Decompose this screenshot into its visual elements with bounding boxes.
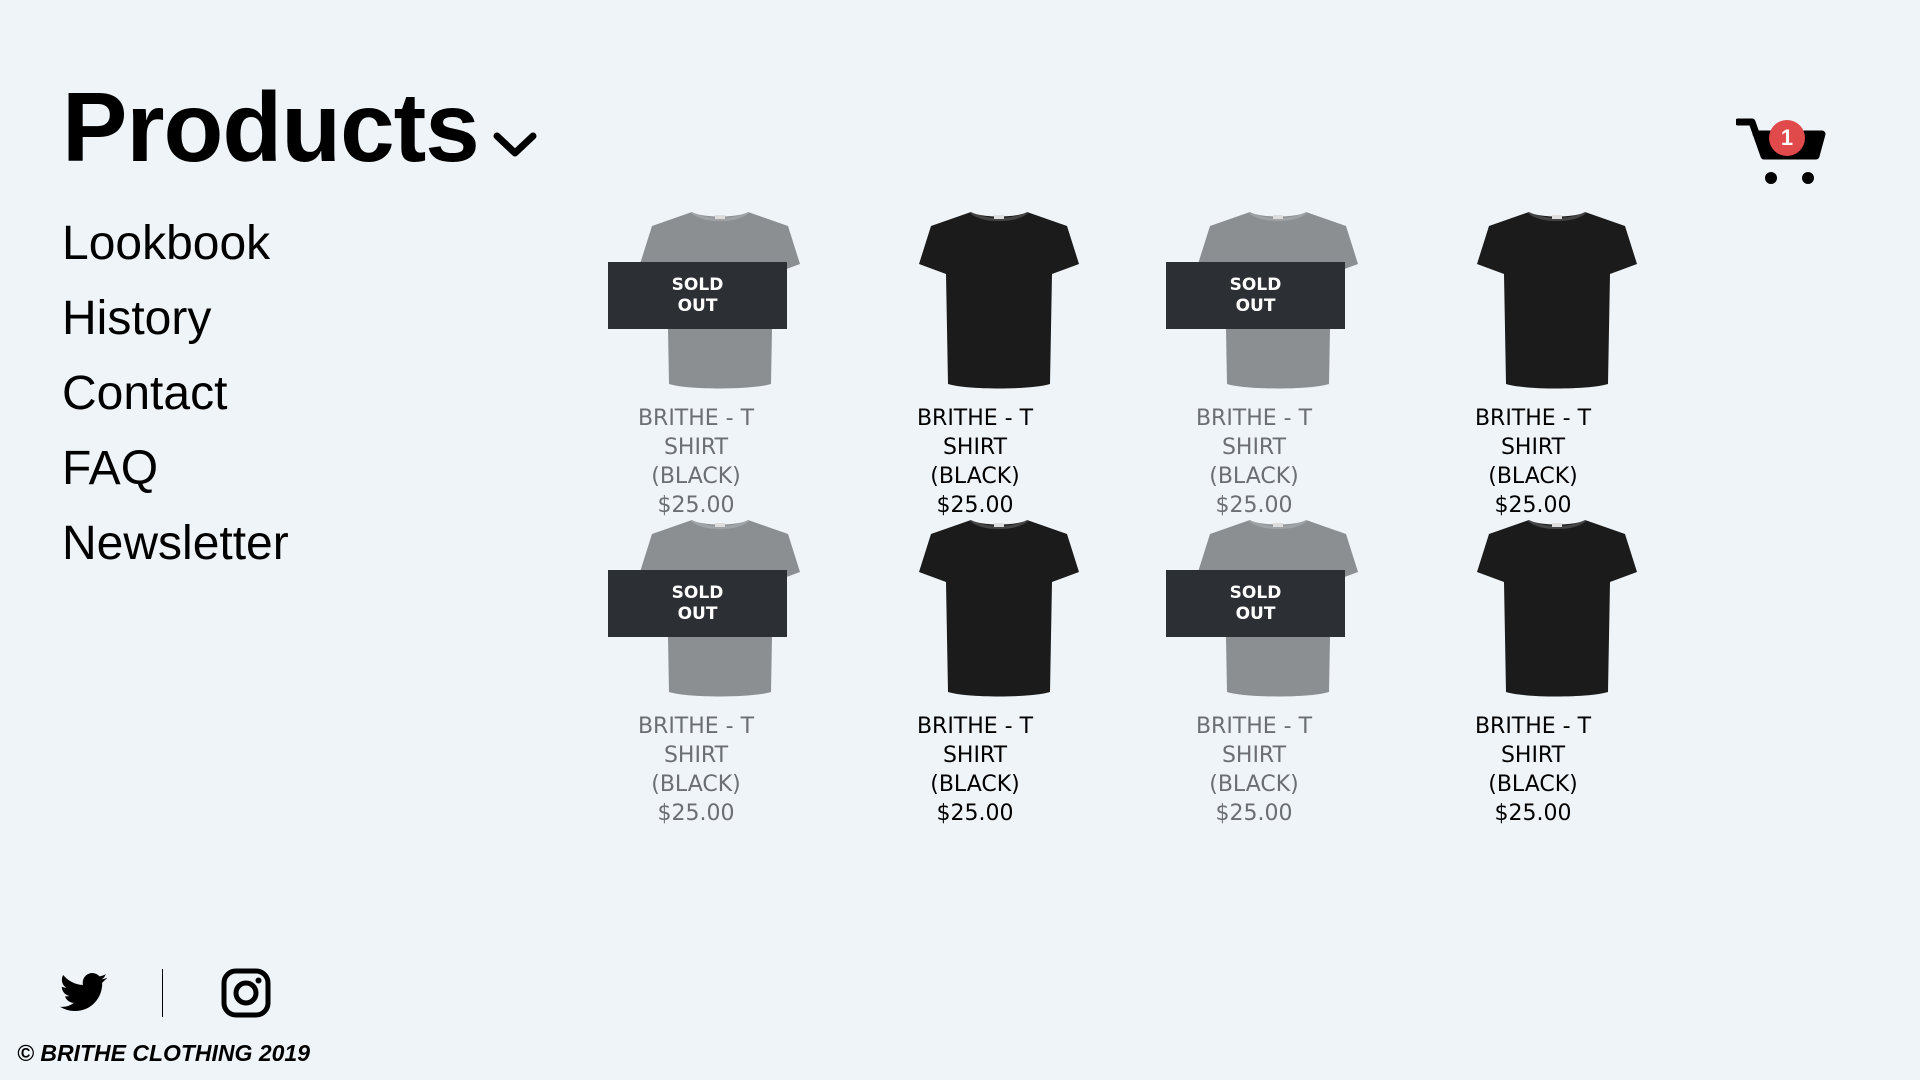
product-name-line: BRITHE - T — [637, 714, 755, 739]
tshirt-icon — [1477, 210, 1637, 389]
product-name-line: BRITHE - T — [916, 714, 1034, 739]
nav-item-lookbook[interactable]: Lookbook — [62, 206, 539, 281]
product-card[interactable]: SOLD OUT BRITHE - T SHIRT (BLACK) $25.00 — [1138, 196, 1417, 518]
twitter-icon[interactable] — [60, 972, 108, 1014]
products-menu-toggle[interactable]: Products — [62, 72, 539, 182]
social-links — [60, 968, 271, 1018]
product-name-line: (BLACK) — [1209, 464, 1299, 489]
cart-count-badge: 1 — [1769, 120, 1805, 156]
product-image[interactable] — [919, 206, 1079, 391]
sold-out-line: OUT — [677, 295, 718, 316]
sold-out-line: SOLD — [671, 274, 724, 295]
product-image[interactable] — [919, 514, 1079, 699]
sold-out-line: OUT — [1235, 603, 1276, 624]
nav-list: Lookbook History Contact FAQ Newsletter — [62, 206, 539, 581]
tshirt-icon — [1477, 518, 1637, 697]
product-name-line: SHIRT — [1500, 435, 1566, 460]
product-card[interactable]: BRITHE - T SHIRT (BLACK) $25.00 — [1417, 504, 1696, 826]
product-name-line: (BLACK) — [651, 772, 741, 797]
product-info: BRITHE - T SHIRT (BLACK) $25.00 — [580, 712, 812, 828]
page-title[interactable]: Products — [62, 72, 480, 182]
product-info: BRITHE - T SHIRT (BLACK) $25.00 — [1138, 404, 1370, 520]
product-info: BRITHE - T SHIRT (BLACK) $25.00 — [580, 404, 812, 520]
sold-out-line: OUT — [677, 603, 718, 624]
sold-out-badge: SOLD OUT — [1166, 570, 1345, 637]
copyright-text: © BRITHE CLOTHING 2019 — [17, 1040, 310, 1066]
product-name-line: SHIRT — [1500, 743, 1566, 768]
instagram-icon[interactable] — [221, 968, 271, 1018]
tshirt-icon — [919, 518, 1079, 697]
cart-button[interactable]: 1 — [1736, 112, 1826, 192]
product-name-line: (BLACK) — [930, 464, 1020, 489]
product-price: $25.00 — [936, 801, 1014, 826]
product-name-line: (BLACK) — [1209, 772, 1299, 797]
product-price: $25.00 — [1494, 801, 1572, 826]
product-name-line: SHIRT — [942, 435, 1008, 460]
product-name-line: (BLACK) — [930, 772, 1020, 797]
product-card[interactable]: SOLD OUT BRITHE - T SHIRT (BLACK) $25.00 — [580, 504, 859, 826]
product-name-line: BRITHE - T — [1195, 714, 1313, 739]
product-name-line: BRITHE - T — [637, 406, 755, 431]
product-name-line: (BLACK) — [1488, 772, 1578, 797]
product-name-line: SHIRT — [1221, 435, 1287, 460]
sold-out-line: OUT — [1235, 295, 1276, 316]
sold-out-line: SOLD — [671, 582, 724, 603]
product-name-line: BRITHE - T — [1195, 406, 1313, 431]
product-name-line: BRITHE - T — [1474, 714, 1592, 739]
product-info: BRITHE - T SHIRT (BLACK) $25.00 — [1417, 712, 1649, 828]
product-card[interactable]: BRITHE - T SHIRT (BLACK) $25.00 — [1417, 196, 1696, 518]
sold-out-line: SOLD — [1229, 582, 1282, 603]
product-card[interactable]: SOLD OUT BRITHE - T SHIRT (BLACK) $25.00 — [580, 196, 859, 518]
chevron-down-icon[interactable] — [491, 128, 539, 160]
product-name-line: (BLACK) — [651, 464, 741, 489]
product-card[interactable]: SOLD OUT BRITHE - T SHIRT (BLACK) $25.00 — [1138, 504, 1417, 826]
product-image[interactable] — [1477, 206, 1637, 391]
sold-out-badge: SOLD OUT — [608, 570, 787, 637]
product-name-line: SHIRT — [942, 743, 1008, 768]
product-image[interactable] — [1477, 514, 1637, 699]
product-name-line: (BLACK) — [1488, 464, 1578, 489]
nav-item-faq[interactable]: FAQ — [62, 431, 539, 506]
product-name-line: BRITHE - T — [1474, 406, 1592, 431]
product-name-line: SHIRT — [1221, 743, 1287, 768]
product-price: $25.00 — [1215, 801, 1293, 826]
product-info: BRITHE - T SHIRT (BLACK) $25.00 — [859, 712, 1091, 828]
nav-item-contact[interactable]: Contact — [62, 356, 539, 431]
product-info: BRITHE - T SHIRT (BLACK) $25.00 — [1417, 404, 1649, 520]
sold-out-badge: SOLD OUT — [608, 262, 787, 329]
product-name-line: BRITHE - T — [916, 406, 1034, 431]
product-info: BRITHE - T SHIRT (BLACK) $25.00 — [859, 404, 1091, 520]
sold-out-badge: SOLD OUT — [1166, 262, 1345, 329]
tshirt-icon — [919, 210, 1079, 389]
product-card[interactable]: BRITHE - T SHIRT (BLACK) $25.00 — [859, 196, 1138, 518]
product-name-line: SHIRT — [663, 743, 729, 768]
product-name-line: SHIRT — [663, 435, 729, 460]
social-divider — [162, 969, 163, 1017]
nav-item-newsletter[interactable]: Newsletter — [62, 506, 539, 581]
product-card[interactable]: BRITHE - T SHIRT (BLACK) $25.00 — [859, 504, 1138, 826]
product-info: BRITHE - T SHIRT (BLACK) $25.00 — [1138, 712, 1370, 828]
sidebar-nav: Products Lookbook History Contact FAQ Ne… — [62, 72, 539, 581]
sold-out-line: SOLD — [1229, 274, 1282, 295]
nav-item-history[interactable]: History — [62, 281, 539, 356]
product-grid: SOLD OUT BRITHE - T SHIRT (BLACK) $25.00 BRITH… — [580, 196, 1696, 826]
product-price: $25.00 — [657, 801, 735, 826]
